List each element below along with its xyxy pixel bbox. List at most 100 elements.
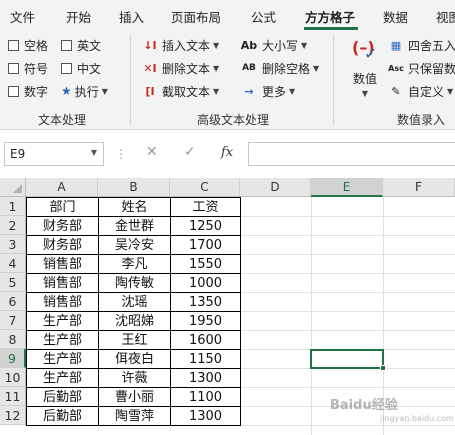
table-cell[interactable]: 财务部 <box>26 235 99 255</box>
tab-page-layout[interactable]: 页面布局 <box>171 7 221 26</box>
column-header-a[interactable]: A <box>26 178 98 197</box>
data-table: 部门 姓名 工资 财务部 金世群 1250 财务部 吴冷安 1700 销售部 李… <box>26 197 241 426</box>
keep-numbers-button[interactable]: Asc 只保留数 <box>388 59 455 77</box>
tab-fangfang-gezi[interactable]: 方方格子 <box>305 7 355 26</box>
table-cell[interactable]: 部门 <box>26 197 99 217</box>
row-header[interactable]: 6 <box>0 292 26 311</box>
formula-bar-grip[interactable]: ⋮ <box>115 147 127 161</box>
fill-handle[interactable] <box>380 365 386 371</box>
cancel-icon[interactable]: ✕ <box>146 144 158 160</box>
row-header[interactable]: 3 <box>0 235 26 254</box>
table-cell[interactable]: 许薇 <box>98 368 171 388</box>
checkbox-symbols[interactable]: 符号 <box>8 60 48 76</box>
column-header-d[interactable]: D <box>240 178 311 197</box>
tab-view[interactable]: 视图 <box>436 7 455 26</box>
select-all-corner[interactable] <box>0 178 26 197</box>
custom-edit-icon: ✎ <box>391 84 401 98</box>
table-cell[interactable]: 工资 <box>170 197 241 217</box>
table-cell[interactable]: 金世群 <box>98 216 171 236</box>
table-cell[interactable]: 财务部 <box>26 216 99 236</box>
table-cell[interactable]: 销售部 <box>26 273 99 293</box>
chevron-down-icon: ▼ <box>101 86 108 96</box>
tab-data[interactable]: 数据 <box>383 7 408 26</box>
checkbox-label: 英文 <box>77 38 102 53</box>
table-cell[interactable]: 1350 <box>170 292 241 312</box>
case-button[interactable]: Ab 大小写 ▼ <box>240 36 307 54</box>
number-button[interactable]: (–) ✓ 数值 ▼ <box>344 36 386 106</box>
delete-spaces-button[interactable]: AB 删除空格 ▼ <box>240 59 319 77</box>
table-cell[interactable]: 陶传敏 <box>98 273 171 293</box>
table-cell[interactable]: 1150 <box>170 349 241 369</box>
insert-function-icon[interactable]: fx <box>221 145 233 160</box>
table-cell[interactable]: 1550 <box>170 254 241 274</box>
table-cell[interactable]: 1250 <box>170 216 241 236</box>
table-cell[interactable]: 吴冷安 <box>98 235 171 255</box>
column-header-e[interactable]: E <box>311 178 383 197</box>
custom-button[interactable]: ✎ 自定义 ▼ <box>388 82 453 100</box>
menu-tab-bar: 文件 开始 插入 页面布局 公式 方方格子 数据 视图 <box>0 0 455 30</box>
row-header-selected[interactable]: 9 <box>0 349 26 368</box>
table-cell[interactable]: 1300 <box>170 406 241 426</box>
formula-input[interactable] <box>248 142 455 166</box>
checkbox-chinese[interactable]: 中文 <box>61 60 101 76</box>
row-header[interactable]: 1 <box>0 197 26 216</box>
table-cell[interactable]: 沈瑶 <box>98 292 171 312</box>
table-row: 销售部 沈瑶 1350 <box>26 292 241 312</box>
table-cell[interactable]: 生产部 <box>26 368 99 388</box>
extract-text-icon: [I <box>145 84 155 98</box>
table-cell[interactable]: 1700 <box>170 235 241 255</box>
checkbox-numbers[interactable]: 数字 <box>8 83 48 99</box>
column-header-b[interactable]: B <box>98 178 170 197</box>
table-cell[interactable]: 佴夜白 <box>98 349 171 369</box>
round-button[interactable]: ▦ 四舍五入 <box>388 36 455 54</box>
execute-button[interactable]: ★ 执行 ▼ <box>61 83 108 99</box>
table-cell[interactable]: 后勤部 <box>26 387 99 407</box>
column-header-c[interactable]: C <box>170 178 240 197</box>
checkbox-label: 数字 <box>24 84 49 99</box>
table-cell[interactable]: 王红 <box>98 330 171 350</box>
chevron-down-icon[interactable]: ▼ <box>91 148 97 157</box>
table-cell[interactable]: 李凡 <box>98 254 171 274</box>
table-cell[interactable]: 1000 <box>170 273 241 293</box>
tab-home[interactable]: 开始 <box>66 7 91 26</box>
table-cell[interactable]: 1950 <box>170 311 241 331</box>
tab-formulas[interactable]: 公式 <box>251 7 276 26</box>
delete-text-button[interactable]: ✕I 删除文本 ▼ <box>142 59 219 77</box>
row-header[interactable]: 8 <box>0 330 26 349</box>
table-cell[interactable]: 1300 <box>170 368 241 388</box>
table-cell[interactable]: 生产部 <box>26 330 99 350</box>
table-cell[interactable]: 后勤部 <box>26 406 99 426</box>
insert-text-button[interactable]: ↓I 插入文本 ▼ <box>142 36 219 54</box>
table-cell[interactable]: 沈昭娣 <box>98 311 171 331</box>
checkbox-box <box>8 85 19 97</box>
selected-cell-e9[interactable] <box>310 349 386 371</box>
insert-text-label: 插入文本 <box>162 38 211 53</box>
row-header[interactable]: 4 <box>0 254 26 273</box>
checkbox-english[interactable]: 英文 <box>61 37 101 53</box>
more-button[interactable]: → 更多 ▼ <box>240 82 295 100</box>
tab-file[interactable]: 文件 <box>10 7 35 26</box>
row-header[interactable]: 10 <box>0 368 26 387</box>
table-cell[interactable]: 生产部 <box>26 349 99 369</box>
checkbox-label: 空格 <box>24 38 49 53</box>
table-cell[interactable]: 1600 <box>170 330 241 350</box>
table-cell[interactable]: 销售部 <box>26 254 99 274</box>
name-box[interactable]: E9 ▼ <box>4 142 104 166</box>
column-header-f[interactable]: F <box>383 178 455 197</box>
row-header[interactable]: 5 <box>0 273 26 292</box>
table-cell[interactable]: 姓名 <box>98 197 171 217</box>
extract-text-button[interactable]: [I 截取文本 ▼ <box>142 82 219 100</box>
row-header[interactable]: 11 <box>0 387 26 406</box>
table-cell[interactable]: 生产部 <box>26 311 99 331</box>
row-header[interactable]: 2 <box>0 216 26 235</box>
table-cell[interactable]: 销售部 <box>26 292 99 312</box>
table-cell[interactable]: 1100 <box>170 387 241 407</box>
enter-icon[interactable]: ✓ <box>184 144 196 160</box>
table-cell[interactable]: 曹小丽 <box>98 387 171 407</box>
row-header[interactable]: 12 <box>0 406 26 425</box>
table-row: 生产部 沈昭娣 1950 <box>26 311 241 331</box>
tab-insert[interactable]: 插入 <box>119 7 144 26</box>
table-cell[interactable]: 陶雪萍 <box>98 406 171 426</box>
checkbox-spaces[interactable]: 空格 <box>8 37 48 53</box>
row-header[interactable]: 7 <box>0 311 26 330</box>
